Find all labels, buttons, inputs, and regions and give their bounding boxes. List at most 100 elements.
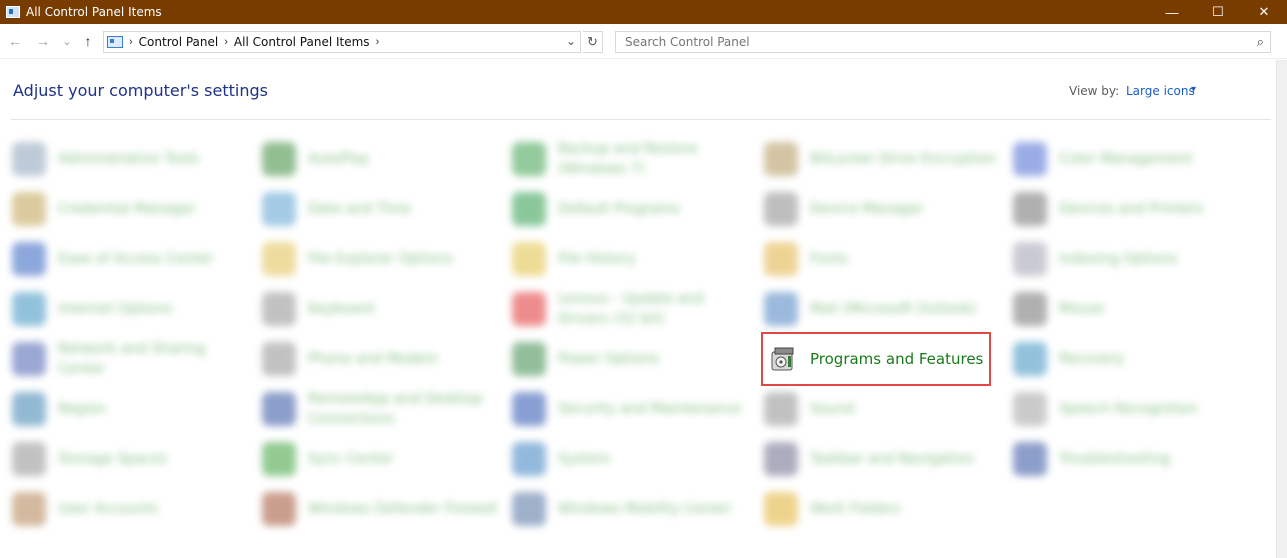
breadcrumb-separator[interactable]: › xyxy=(224,36,228,48)
back-button[interactable]: ← xyxy=(6,32,24,50)
control-panel-item[interactable]: Devices and Printers xyxy=(1013,186,1253,232)
control-panel-item[interactable]: Windows Mobility Center xyxy=(512,486,752,532)
control-panel-item[interactable]: Power Options xyxy=(512,336,752,382)
control-panel-item-icon xyxy=(1013,242,1047,276)
control-panel-item-label: Internet Options xyxy=(58,301,173,317)
control-panel-item[interactable]: Taskbar and Navigation xyxy=(764,436,1004,482)
control-panel-item[interactable]: Programs and Features xyxy=(761,332,991,386)
control-panel-item-label: Indexing Options xyxy=(1059,251,1178,267)
programs-and-features-icon xyxy=(768,344,798,374)
control-panel-item-label: Mouse xyxy=(1059,301,1105,317)
control-panel-item[interactable]: Phone and Modem xyxy=(262,336,502,382)
control-panel-item-label: Speech Recognition xyxy=(1059,401,1198,417)
control-panel-item-label: Credential Manager xyxy=(58,201,196,217)
control-panel-item[interactable]: Backup and Restore (Windows 7) xyxy=(512,136,752,182)
breadcrumb-control-panel[interactable]: Control Panel xyxy=(139,35,219,49)
minimize-button[interactable]: — xyxy=(1149,0,1195,24)
control-panel-item-icon xyxy=(262,142,296,176)
control-panel-item-label: Keyboard xyxy=(308,301,374,317)
control-panel-item[interactable]: Work Folders xyxy=(764,486,1004,532)
control-panel-item[interactable]: Recovery xyxy=(1013,336,1253,382)
address-bar[interactable]: › Control Panel › All Control Panel Item… xyxy=(103,31,581,53)
control-panel-item[interactable]: Lenovo - Update and Drivers (32 bit) xyxy=(512,286,752,332)
control-panel-item[interactable]: Fonts xyxy=(764,236,1004,282)
control-panel-item[interactable]: File Explorer Options xyxy=(262,236,502,282)
control-panel-item[interactable]: Internet Options xyxy=(12,286,252,332)
content-area: Adjust your computer's settings View by:… xyxy=(0,60,1276,558)
title-bar: All Control Panel Items — ☐ ✕ xyxy=(0,0,1287,24)
control-panel-item-icon xyxy=(764,242,798,276)
control-panel-item[interactable]: Sound xyxy=(764,386,1004,432)
control-panel-item-icon xyxy=(512,342,546,376)
control-panel-item-icon xyxy=(764,292,798,326)
address-dropdown-button[interactable]: ⌄ xyxy=(566,34,576,48)
view-by-dropdown[interactable]: Large icons xyxy=(1126,84,1195,98)
control-panel-item[interactable]: Mouse xyxy=(1013,286,1253,332)
up-button[interactable]: ↑ xyxy=(79,32,97,50)
control-panel-item[interactable]: Date and Time xyxy=(262,186,502,232)
control-panel-item-icon xyxy=(764,442,798,476)
search-input[interactable] xyxy=(623,34,1223,50)
control-panel-item[interactable]: Credential Manager xyxy=(12,186,252,232)
control-panel-item-icon xyxy=(262,492,296,526)
control-panel-item[interactable]: System xyxy=(512,436,752,482)
control-panel-item[interactable]: User Accounts xyxy=(12,486,252,532)
control-panel-item-icon xyxy=(1013,192,1047,226)
navigation-bar: ← → ⌄ ↑ › Control Panel › All Control Pa… xyxy=(0,24,1287,59)
control-panel-item-icon xyxy=(512,242,546,276)
control-panel-item[interactable]: Storage Spaces xyxy=(12,436,252,482)
search-box[interactable]: ⌕ xyxy=(615,31,1271,53)
breadcrumb-separator[interactable]: › xyxy=(376,36,380,48)
control-panel-item-label: Devices and Printers xyxy=(1059,201,1204,217)
control-panel-item-icon xyxy=(764,142,798,176)
chevron-down-icon[interactable]: ▾ xyxy=(1191,84,1196,95)
maximize-button[interactable]: ☐ xyxy=(1195,0,1241,24)
control-panel-item[interactable]: RemoteApp and Desktop Connections xyxy=(262,386,502,432)
control-panel-item[interactable]: Keyboard xyxy=(262,286,502,332)
control-panel-item[interactable]: Device Manager xyxy=(764,186,1004,232)
control-panel-item[interactable]: Sync Center xyxy=(262,436,502,482)
page-title: Adjust your computer's settings xyxy=(13,81,268,100)
scrollbar[interactable] xyxy=(1276,60,1287,558)
control-panel-item-icon xyxy=(1013,442,1047,476)
control-panel-item[interactable]: Indexing Options xyxy=(1013,236,1253,282)
control-panel-item-icon xyxy=(512,192,546,226)
control-panel-item-label: Administrative Tools xyxy=(58,151,199,167)
control-panel-item-icon xyxy=(512,392,546,426)
control-panel-item[interactable]: Troubleshooting xyxy=(1013,436,1253,482)
breadcrumb-all-items[interactable]: All Control Panel Items xyxy=(234,35,370,49)
control-panel-item-icon xyxy=(764,392,798,426)
control-panel-item-label: Backup and Restore (Windows 7) xyxy=(558,141,698,177)
control-panel-item[interactable]: Network and Sharing Center xyxy=(12,336,252,382)
control-panel-item-label: Default Programs xyxy=(558,201,680,217)
control-panel-item[interactable]: BitLocker Drive Encryption xyxy=(764,136,1004,182)
recent-locations-button[interactable]: ⌄ xyxy=(58,32,76,50)
breadcrumb-separator[interactable]: › xyxy=(129,36,133,48)
control-panel-item[interactable]: Default Programs xyxy=(512,186,752,232)
search-icon[interactable]: ⌕ xyxy=(1257,34,1264,50)
forward-button[interactable]: → xyxy=(34,32,52,50)
window-controls: — ☐ ✕ xyxy=(1149,0,1287,24)
control-panel-item[interactable]: Windows Defender Firewall xyxy=(262,486,502,532)
control-panel-item[interactable]: Security and Maintenance xyxy=(512,386,752,432)
control-panel-item-label: AutoPlay xyxy=(308,151,370,167)
control-panel-item[interactable]: File History xyxy=(512,236,752,282)
control-panel-item-icon xyxy=(764,492,798,526)
control-panel-item-icon xyxy=(1013,142,1047,176)
control-panel-item-icon xyxy=(1013,392,1047,426)
divider xyxy=(11,119,1271,120)
control-panel-item-icon xyxy=(262,242,296,276)
control-panel-item[interactable]: Administrative Tools xyxy=(12,136,252,182)
control-panel-item-label: Storage Spaces xyxy=(58,451,168,467)
control-panel-item[interactable]: Region xyxy=(12,386,252,432)
control-panel-item[interactable]: Ease of Access Center xyxy=(12,236,252,282)
refresh-button[interactable]: ↻ xyxy=(583,31,603,53)
close-button[interactable]: ✕ xyxy=(1241,0,1287,24)
control-panel-item-icon xyxy=(12,142,46,176)
control-panel-item-label: Work Folders xyxy=(810,501,901,517)
control-panel-item-icon xyxy=(512,292,546,326)
control-panel-item[interactable]: AutoPlay xyxy=(262,136,502,182)
control-panel-item[interactable]: Speech Recognition xyxy=(1013,386,1253,432)
control-panel-item[interactable]: Color Management xyxy=(1013,136,1253,182)
control-panel-item[interactable]: Mail (Microsoft Outlook) xyxy=(764,286,1004,332)
